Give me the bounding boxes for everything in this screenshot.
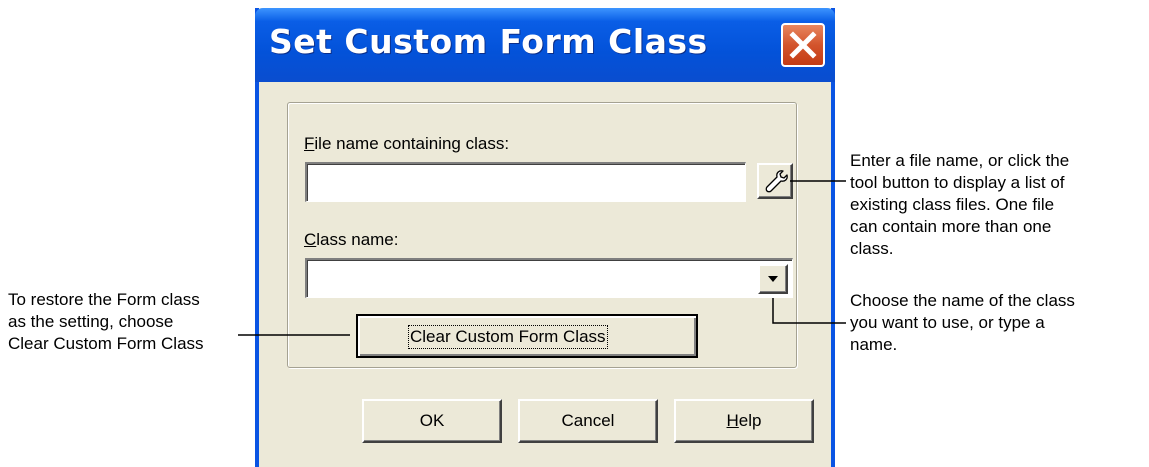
callout-leader-lines	[238, 180, 846, 336]
leader-line-right-bottom	[772, 298, 846, 324]
